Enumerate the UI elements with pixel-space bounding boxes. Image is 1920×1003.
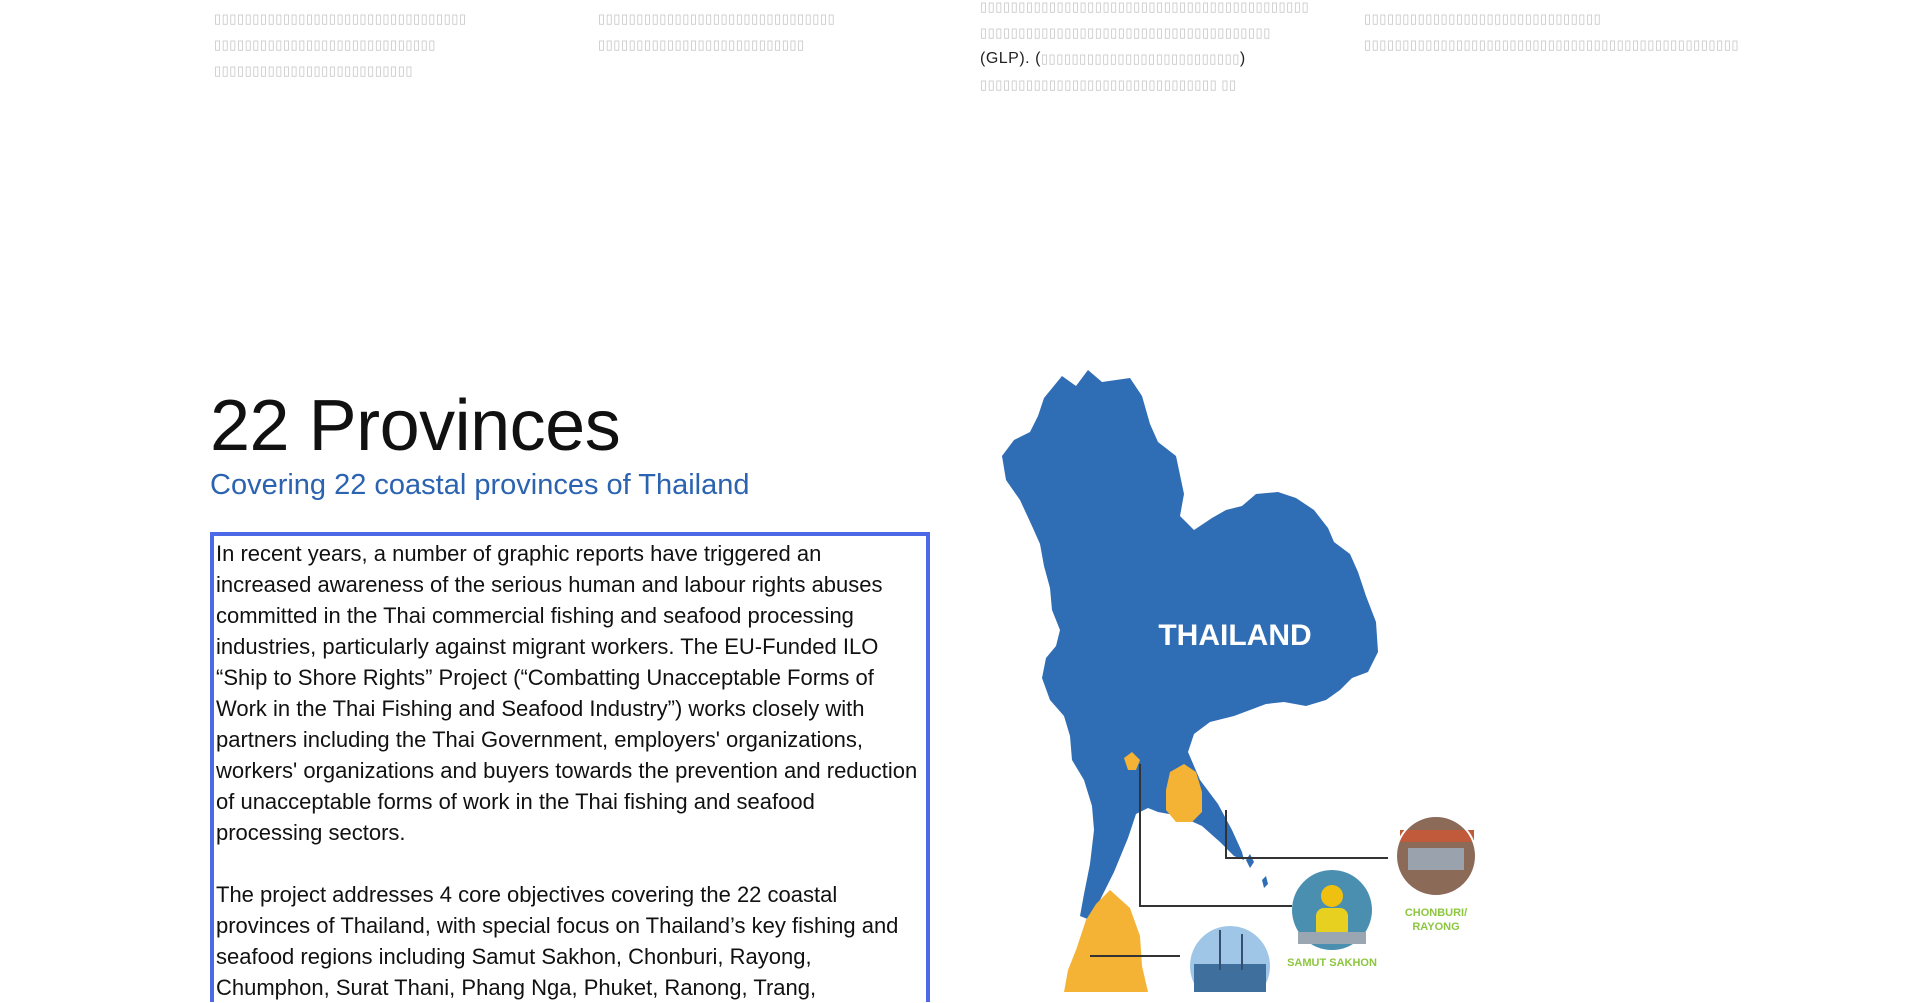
leader-line-chonburi xyxy=(1225,810,1388,859)
header-glp-line: (GLP). (▯▯▯▯▯▯▯▯▯▯▯▯▯▯▯▯▯▯▯▯▯▯▯▯▯▯) xyxy=(980,46,1309,72)
focus-region-south xyxy=(1064,890,1148,992)
header-col3-line: ▯▯▯▯▯▯▯▯▯▯▯▯▯▯▯▯▯▯▯▯▯▯▯▯▯▯▯▯▯▯▯ ▯▯ xyxy=(980,77,1237,92)
header-col2-line: ▯▯▯▯▯▯▯▯▯▯▯▯▯▯▯▯▯▯▯▯▯▯▯▯▯▯▯▯▯▯▯ xyxy=(598,11,836,26)
header-col3-line: ▯▯▯▯▯▯▯▯▯▯▯▯▯▯▯▯▯▯▯▯▯▯▯▯▯▯▯▯▯▯▯▯▯▯▯▯▯▯ xyxy=(980,25,1271,40)
header-column-4: ▯▯▯▯▯▯▯▯▯▯▯▯▯▯▯▯▯▯▯▯▯▯▯▯▯▯▯▯▯▯▯ ▯▯▯▯▯▯▯▯… xyxy=(1364,6,1739,58)
header-col1-line: ▯▯▯▯▯▯▯▯▯▯▯▯▯▯▯▯▯▯▯▯▯▯▯▯▯▯▯▯▯ xyxy=(214,37,436,52)
country-label: THAILAND xyxy=(1158,619,1311,652)
photo-fishing-boats xyxy=(1190,926,1270,992)
page-title: 22 Provinces xyxy=(210,386,621,466)
label-samut-sakhon: SAMUT SAKHON xyxy=(1287,957,1377,969)
body-paragraph-1[interactable]: In recent years, a number of graphic rep… xyxy=(216,538,918,848)
header-col2-line: ▯▯▯▯▯▯▯▯▯▯▯▯▯▯▯▯▯▯▯▯▯▯▯▯▯▯▯ xyxy=(598,37,805,52)
glp-muted: ▯▯▯▯▯▯▯▯▯▯▯▯▯▯▯▯▯▯▯▯▯▯▯▯▯▯ xyxy=(1040,51,1240,66)
glp-suffix: ) xyxy=(1239,50,1246,67)
header-col4-line: ▯▯▯▯▯▯▯▯▯▯▯▯▯▯▯▯▯▯▯▯▯▯▯▯▯▯▯▯▯▯▯▯▯▯▯▯▯▯▯▯… xyxy=(1364,37,1740,52)
label-chonburi-rayong-1: CHONBURI/ xyxy=(1405,907,1467,919)
label-chonburi-rayong-2: RAYONG xyxy=(1412,921,1459,933)
section-heading: 22 Provinces Covering 22 coastal provinc… xyxy=(210,384,930,502)
header-column-1: ▯▯▯▯▯▯▯▯▯▯▯▯▯▯▯▯▯▯▯▯▯▯▯▯▯▯▯▯▯▯▯▯▯ ▯▯▯▯▯▯… xyxy=(214,6,467,84)
header-col1-line: ▯▯▯▯▯▯▯▯▯▯▯▯▯▯▯▯▯▯▯▯▯▯▯▯▯▯ xyxy=(214,63,413,78)
page-subtitle: Covering 22 coastal provinces of Thailan… xyxy=(210,469,750,501)
header-col3-line: ▯▯▯▯▯▯▯▯▯▯▯▯▯▯▯▯▯▯▯▯▯▯▯▯▯▯▯▯▯▯▯▯▯▯▯▯▯▯▯▯… xyxy=(980,0,1310,14)
glp-prefix: (GLP). ( xyxy=(980,50,1041,67)
thailand-map: THAILAND CHONBURI/ RAYONG SAMUT SAKHON xyxy=(1002,370,1477,992)
thailand-islands xyxy=(1246,854,1268,888)
body-paragraph-2[interactable]: The project addresses 4 core objectives … xyxy=(216,879,918,1003)
header-col4-line: ▯▯▯▯▯▯▯▯▯▯▯▯▯▯▯▯▯▯▯▯▯▯▯▯▯▯▯▯▯▯▯ xyxy=(1364,11,1602,26)
header-column-2: ▯▯▯▯▯▯▯▯▯▯▯▯▯▯▯▯▯▯▯▯▯▯▯▯▯▯▯▯▯▯▯ ▯▯▯▯▯▯▯▯… xyxy=(598,6,835,58)
photo-chonburi xyxy=(1395,815,1477,897)
header-col1-line: ▯▯▯▯▯▯▯▯▯▯▯▯▯▯▯▯▯▯▯▯▯▯▯▯▯▯▯▯▯▯▯▯▯ xyxy=(214,11,467,26)
selected-text-box[interactable]: In recent years, a number of graphic rep… xyxy=(210,532,930,1002)
photo-samut-sakhon xyxy=(1292,870,1372,950)
header-column-3: ▯▯▯▯▯▯▯▯▯▯▯▯▯▯▯▯▯▯▯▯▯▯▯▯▯▯▯▯▯▯▯▯▯▯▯▯▯▯▯▯… xyxy=(980,0,1309,98)
